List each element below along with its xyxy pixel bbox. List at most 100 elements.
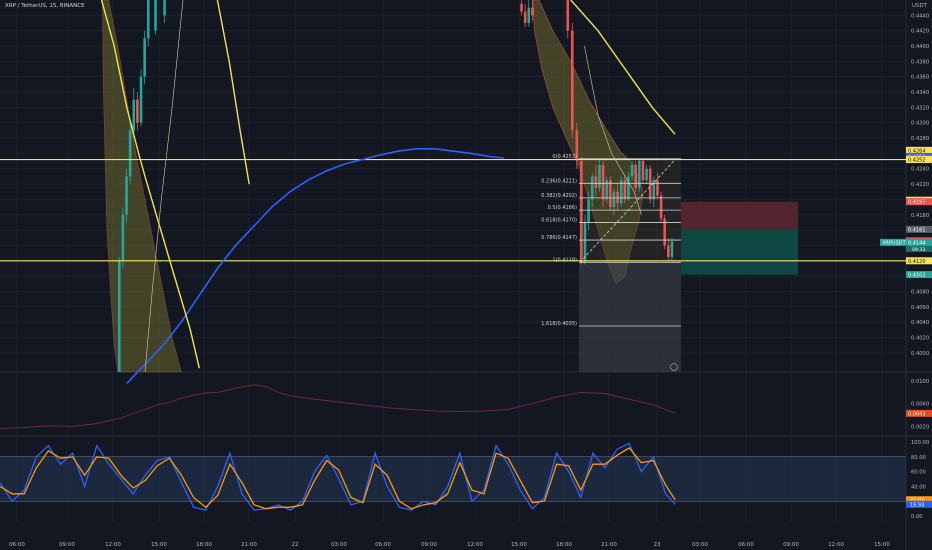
x-tick-label: 23	[654, 542, 661, 548]
y-tick-label: 0.4020	[911, 335, 929, 341]
x-tick-label: 15:00	[151, 542, 167, 548]
candle-body	[667, 245, 670, 257]
x-tick-label: 21:00	[601, 542, 617, 548]
rsi-tick-label: 40.00	[911, 484, 926, 490]
y-tick-label: 0.4400	[911, 44, 929, 50]
candle-body	[587, 199, 590, 223]
candle-body	[154, 0, 157, 31]
y-tick-label: 0.4220	[911, 182, 929, 188]
risk-zone	[681, 201, 798, 230]
y-tick-label: 0.4420	[911, 29, 929, 35]
candle-body	[143, 38, 146, 77]
x-tick-label: 06:00	[9, 542, 25, 548]
candle-body	[659, 195, 663, 219]
price-badge-text: 0.4197	[908, 200, 926, 206]
y-tick-label: 0.4320	[911, 105, 929, 111]
price-unit-label: USDT	[912, 3, 928, 9]
y-tick-label: 0.4040	[911, 320, 929, 326]
candle-body	[594, 176, 598, 188]
candle-body	[520, 3, 523, 12]
rsi-tick-label: 0.00	[911, 514, 923, 520]
gear-icon	[670, 363, 678, 371]
x-tick-label: 06:00	[738, 542, 754, 548]
x-tick-label: 09:00	[59, 542, 75, 548]
x-tick-label: 06:00	[375, 542, 391, 548]
candle-body	[590, 176, 594, 200]
price-badge-text: 0.4161	[908, 227, 926, 233]
chart-canvas[interactable]: 0(0.4253) 0.236(0.4221) 0.382(0.4202) 0.5(0…	[0, 0, 932, 550]
candle-body	[630, 164, 634, 177]
y-tick-label: 0.4000	[911, 351, 929, 357]
rsi-value-text: 15.93	[910, 502, 924, 508]
candle-body	[139, 76, 143, 123]
candle-body	[523, 11, 527, 24]
fib-level-label: 0.382(0.4202)	[541, 193, 577, 199]
y-tick-label: 0.4240	[911, 167, 929, 173]
fib-level-label: 0.786(0.4147)	[541, 235, 577, 241]
candle-body	[527, 7, 531, 24]
fib-level-label: 0(0.4253)	[552, 154, 577, 160]
candle-body	[638, 161, 641, 188]
fib-level-label: 0.5(0.4186)	[548, 205, 577, 211]
candle-body	[627, 176, 630, 200]
price-badge-text: 0.4120	[908, 259, 926, 265]
candle-body	[531, 7, 534, 16]
x-tick-label: 12:00	[105, 542, 121, 548]
x-tick-label: 15:00	[511, 542, 527, 548]
candle-body	[641, 161, 645, 181]
x-tick-label: 03:00	[331, 542, 347, 548]
y-tick-label: 0.4440	[911, 13, 929, 19]
candle-body	[163, 0, 166, 16]
price-badge-text: 0.4252	[908, 158, 926, 164]
candle-body	[136, 99, 139, 123]
price-badge-text: 0.4102	[908, 273, 926, 279]
candle-body	[598, 164, 601, 188]
fib-level-label: 1.618(0.4035)	[541, 321, 577, 327]
y-tick-label: 0.4180	[911, 213, 929, 219]
price-badge-text: 0.4144	[908, 240, 926, 246]
x-tick-label: 03:00	[692, 542, 708, 548]
candle-body	[128, 130, 132, 177]
symbol-price-label-text: XRPUSDT	[882, 240, 907, 246]
x-tick-label: 18:00	[196, 542, 212, 548]
x-tick-label: 12:00	[467, 542, 483, 548]
symbol-title: XRP / TetherUS, 15, BINANCE	[5, 3, 85, 9]
x-tick-label: 09:00	[783, 542, 799, 548]
candle-body	[580, 161, 583, 263]
candle-body	[656, 180, 659, 196]
osc-value-text: 0.0043	[908, 411, 926, 417]
candle-body	[566, 0, 570, 31]
x-tick-label: 12:00	[828, 542, 844, 548]
measure-box	[579, 262, 681, 372]
y-tick-label: 0.4060	[911, 305, 929, 311]
candle-body	[609, 180, 612, 208]
x-tick-label: 22	[292, 542, 299, 548]
y-tick-label: 0.4300	[911, 121, 929, 127]
rsi-tick-label: 60.00	[911, 470, 926, 476]
candle-body	[125, 176, 128, 215]
osc-tick-label: 0.0100	[911, 379, 929, 385]
x-tick-label: 09:00	[421, 542, 437, 548]
countdown-text: 09:33	[912, 247, 925, 253]
y-tick-label: 0.4380	[911, 59, 929, 65]
candle-body	[601, 164, 605, 200]
fib-level-label: 0.618(0.4170)	[541, 217, 577, 223]
y-tick-label: 0.4360	[911, 75, 929, 81]
x-tick-label: 15:00	[874, 542, 890, 548]
x-tick-label: 18:00	[556, 542, 572, 548]
rsi-tick-label: 100.00	[911, 440, 929, 446]
candle-body	[612, 191, 616, 208]
candle-body	[121, 214, 125, 261]
candle-body	[645, 168, 648, 181]
candle-body	[132, 99, 136, 131]
candle-body	[146, 0, 150, 39]
candle-body	[570, 30, 574, 131]
rsi-tick-label: 80.00	[911, 455, 926, 461]
candle-body	[634, 164, 637, 188]
fib-level-label: 0.236(0.4221)	[541, 178, 577, 184]
candle-body	[670, 241, 674, 257]
osc-tick-label: 0.0020	[911, 424, 929, 430]
x-tick-label: 21:00	[241, 542, 257, 548]
osc-tick-label: 0.0060	[911, 402, 929, 408]
fib-level-label: 1(0.4118)	[552, 257, 577, 263]
